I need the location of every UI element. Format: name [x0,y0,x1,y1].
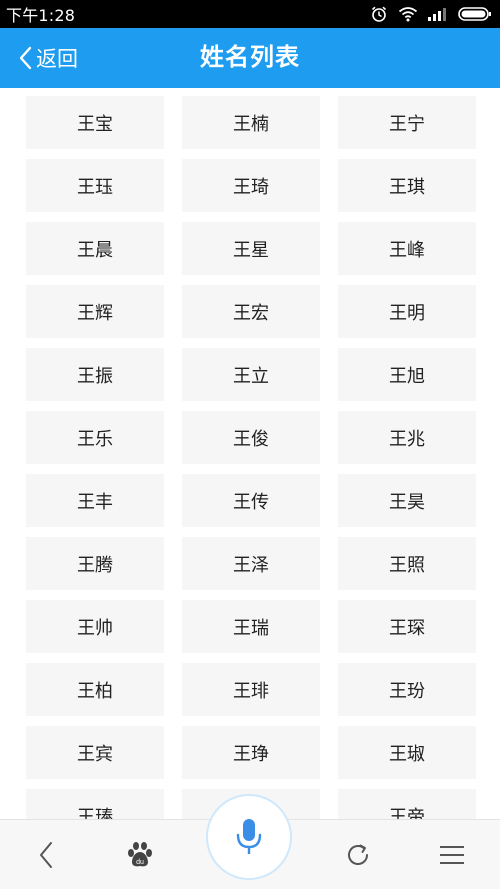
name-item[interactable]: 王旭 [338,348,476,401]
refresh-icon [348,844,368,865]
back-button[interactable]: 返回 [18,28,78,88]
menu-icon [440,846,464,864]
microphone-icon [236,819,262,854]
name-item[interactable]: 王辉 [26,285,164,338]
name-item[interactable]: 王星 [182,222,320,275]
back-icon [40,842,52,868]
name-item[interactable]: 王瑞 [182,600,320,653]
toolbar-back-button[interactable] [16,820,76,889]
name-item[interactable]: 王照 [338,537,476,590]
name-item[interactable]: 王帅 [26,600,164,653]
name-item[interactable]: 王传 [182,474,320,527]
chevron-left-icon [19,46,32,70]
name-item[interactable]: 王俊 [182,411,320,464]
alarm-clock-icon [371,6,387,22]
name-list[interactable]: 王宝 王楠 王宁王珏 王琦 王琪王晨 王星 王峰王辉 王宏 王明王振 王立 王旭王乐 王俊 王兆王丰 王传… [0,88,500,819]
name-item[interactable]: 王立 [182,348,320,401]
name-item[interactable]: 王琡 [338,726,476,779]
menu-button[interactable] [422,820,482,889]
status-bar: 下午1:28 [0,0,500,28]
name-item[interactable]: 王丰 [26,474,164,527]
name-item[interactable]: 王琪 [338,159,476,212]
name-item[interactable]: 王腾 [26,537,164,590]
name-item[interactable]: 王泽 [182,537,320,590]
name-item[interactable]: 王珏 [26,159,164,212]
name-item[interactable]: 王乐 [26,411,164,464]
name-item[interactable]: 王宾 [26,726,164,779]
refresh-button[interactable] [328,820,388,889]
name-item[interactable]: 王晨 [26,222,164,275]
signal-strength-icon [428,8,446,21]
baidu-paw-icon: du [128,842,152,867]
screen: 下午1:28 姓名列表 返回 王宝 王楠 王宁 王珏 王琦 王琪 王晨 王星 王… [0,0,500,889]
name-item[interactable]: 王琲 [182,663,320,716]
status-icons [370,5,492,23]
name-grid: 王宝 王楠 王宁王珏 王琦 王琪王晨 王星 王峰王辉 王宏 王明王振 王立 王旭王乐 王俊 王兆王丰 王传… [26,96,476,819]
name-item[interactable]: 王宏 [182,285,320,338]
voice-search-button[interactable] [206,794,292,880]
name-item[interactable]: 王琤 [182,726,320,779]
wifi-icon [398,7,418,22]
name-item[interactable]: 王楠 [182,96,320,149]
name-item[interactable]: 王柏 [26,663,164,716]
name-item[interactable]: 王峰 [338,222,476,275]
back-label: 返回 [36,47,78,71]
name-item[interactable]: 王兆 [338,411,476,464]
name-item[interactable]: 王宁 [338,96,476,149]
name-item[interactable]: 王琫 [26,789,164,819]
name-item[interactable]: 王帝 [338,789,476,819]
nav-bar: 姓名列表 返回 [0,28,500,88]
baidu-home-button[interactable]: du [110,820,170,889]
name-item[interactable]: 王振 [26,348,164,401]
name-item[interactable]: 王琛 [338,600,476,653]
status-time: 下午1:28 [6,6,76,25]
name-item[interactable]: 王宝 [26,96,164,149]
svg-text:du: du [136,859,144,866]
name-item[interactable]: 王昊 [338,474,476,527]
name-item[interactable]: 王明 [338,285,476,338]
name-item[interactable]: 王玢 [338,663,476,716]
battery-icon [458,7,491,21]
name-item[interactable]: 王琦 [182,159,320,212]
